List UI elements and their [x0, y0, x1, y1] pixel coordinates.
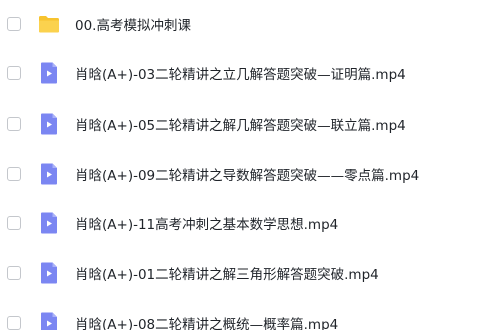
video-file-icon — [41, 163, 57, 185]
file-name: 肖晗(A+)-08二轮精讲之概统—概率篇.mp4 — [75, 317, 339, 330]
file-name: 肖晗(A+)-05二轮精讲之解几解答题突破—联立篇.mp4 — [75, 118, 406, 134]
list-item-video[interactable]: 肖晗(A+)-05二轮精讲之解几解答题突破—联立篇.mp4 — [0, 106, 480, 142]
file-name: 00.高考模拟冲刺课 — [75, 18, 191, 34]
video-file-icon — [41, 212, 57, 234]
checkbox[interactable] — [7, 117, 21, 131]
folder-icon — [39, 16, 59, 33]
file-name: 肖晗(A+)-11高考冲刺之基本数学思想.mp4 — [75, 217, 339, 233]
checkbox[interactable] — [7, 316, 21, 330]
checkbox[interactable] — [7, 66, 21, 80]
list-item-video[interactable]: 肖晗(A+)-08二轮精讲之概统—概率篇.mp4 — [0, 305, 480, 330]
checkbox[interactable] — [7, 167, 21, 181]
list-item-video[interactable]: 肖晗(A+)-09二轮精讲之导数解答题突破——零点篇.mp4 — [0, 156, 480, 192]
list-item-folder[interactable]: 00.高考模拟冲刺课 — [0, 6, 480, 42]
video-file-icon — [41, 262, 57, 284]
file-name: 肖晗(A+)-09二轮精讲之导数解答题突破——零点篇.mp4 — [75, 168, 420, 184]
list-item-video[interactable]: 肖晗(A+)-03二轮精讲之立几解答题突破—证明篇.mp4 — [0, 55, 480, 91]
list-item-video[interactable]: 肖晗(A+)-11高考冲刺之基本数学思想.mp4 — [0, 205, 480, 241]
video-file-icon — [41, 312, 57, 330]
file-list: 00.高考模拟冲刺课 肖晗(A+)-03二轮精讲之立几解答题突破—证明篇.mp4… — [0, 0, 480, 330]
list-item-video[interactable]: 肖晗(A+)-01二轮精讲之解三角形解答题突破.mp4 — [0, 255, 480, 291]
checkbox[interactable] — [7, 17, 21, 31]
checkbox[interactable] — [7, 216, 21, 230]
checkbox[interactable] — [7, 266, 21, 280]
video-file-icon — [41, 62, 57, 84]
video-file-icon — [41, 113, 57, 135]
file-name: 肖晗(A+)-01二轮精讲之解三角形解答题突破.mp4 — [75, 267, 379, 283]
file-name: 肖晗(A+)-03二轮精讲之立几解答题突破—证明篇.mp4 — [75, 67, 406, 83]
